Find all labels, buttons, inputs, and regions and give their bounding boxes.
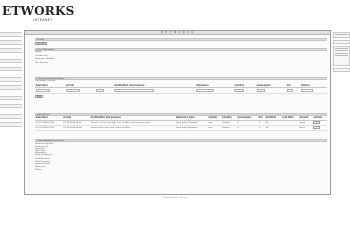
right-panel bbox=[333, 32, 350, 74]
brand-logo[interactable]: ETWORKS INTRANET bbox=[0, 2, 84, 28]
add-button[interactable]: Add bbox=[35, 94, 44, 98]
main-panel: N E T W O R K S Details Set title User i… bbox=[24, 30, 331, 195]
sidebar-item[interactable] bbox=[0, 58, 22, 64]
trip-section: Customer/Expense History Trip details / … bbox=[35, 77, 327, 99]
sidebar-item[interactable] bbox=[0, 47, 22, 53]
set-title-button[interactable]: Set title bbox=[35, 41, 48, 45]
user-row: Unit location bbox=[35, 61, 49, 64]
return-input[interactable] bbox=[301, 88, 314, 92]
table-row[interactable]: 07.10.2008 07:00 07.10.2008 18:00 Second… bbox=[35, 125, 327, 131]
departure-date-input[interactable] bbox=[35, 88, 50, 92]
sidebar-item[interactable] bbox=[0, 32, 22, 37]
expense-table: departure arrival destination and purpos… bbox=[35, 116, 327, 131]
destination-input[interactable] bbox=[114, 88, 155, 92]
expense-list-section: Expense list departure arrival destinati… bbox=[35, 113, 327, 131]
summary-row: Status bbox=[35, 169, 42, 172]
right-panel-box bbox=[333, 68, 350, 72]
sidebar-item[interactable] bbox=[0, 66, 22, 72]
right-panel-box bbox=[333, 40, 350, 44]
left-sidebar bbox=[0, 32, 22, 130]
brand-subtitle: INTRANET bbox=[33, 18, 53, 22]
passengers-input[interactable] bbox=[256, 88, 265, 92]
time-input[interactable] bbox=[96, 88, 104, 92]
allowance-select[interactable] bbox=[196, 88, 215, 92]
trip-entry-table: departure arrival destination and purpos… bbox=[35, 83, 327, 94]
page-title: N E T W O R K S bbox=[25, 31, 330, 36]
sidebar-item[interactable] bbox=[0, 103, 22, 109]
user-info-section: User information Name Contact info Emplo… bbox=[35, 48, 327, 65]
sidebar-item[interactable] bbox=[0, 39, 22, 45]
right-panel-box bbox=[333, 46, 350, 66]
row-action-button[interactable]: ⋯ bbox=[313, 121, 320, 125]
right-panel-box bbox=[333, 32, 350, 38]
country-select[interactable] bbox=[234, 88, 245, 92]
arrival-date-input[interactable] bbox=[65, 88, 80, 92]
brand-wordmark: ETWORKS bbox=[2, 4, 75, 18]
sidebar-item[interactable] bbox=[0, 114, 22, 119]
sidebar-item[interactable] bbox=[0, 122, 22, 127]
details-section: Details Set title bbox=[35, 38, 327, 45]
km-input[interactable] bbox=[287, 88, 294, 92]
row-action-button[interactable]: ⋯ bbox=[313, 126, 320, 130]
sidebar-item[interactable] bbox=[0, 95, 22, 101]
footer: © Networks Oy - Intranet bbox=[161, 197, 189, 199]
sidebar-item[interactable] bbox=[0, 85, 22, 90]
sidebar-item[interactable] bbox=[0, 77, 22, 82]
summary-section: Total allowances and costs Summary by da… bbox=[35, 139, 327, 172]
